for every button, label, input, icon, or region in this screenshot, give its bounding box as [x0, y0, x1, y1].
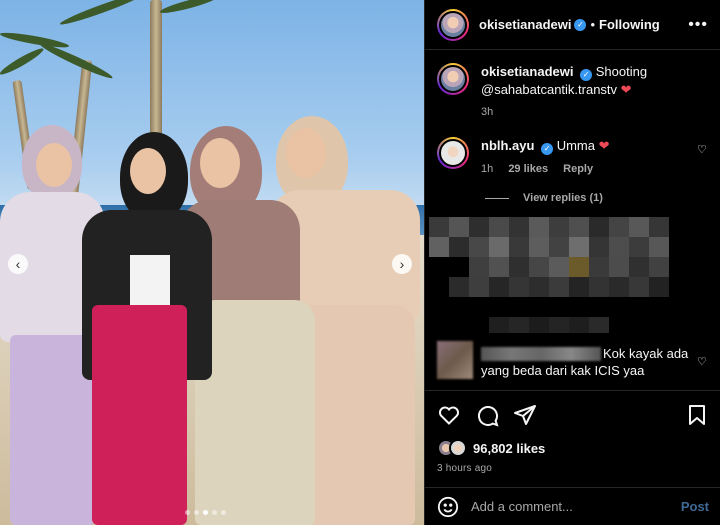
view-replies-button[interactable]: View replies (1): [485, 192, 720, 204]
more-horizontal-icon[interactable]: •••: [688, 16, 708, 34]
post-button[interactable]: Post: [681, 499, 709, 514]
caption-time: 3h: [481, 106, 494, 118]
censored-comment-block: [429, 217, 669, 237]
heart-icon[interactable]: [437, 403, 461, 427]
commenter-avatar[interactable]: [437, 137, 469, 169]
separator: •: [590, 17, 596, 32]
send-icon[interactable]: [513, 403, 537, 427]
verified-badge-icon: ✓: [541, 143, 554, 155]
carousel-dot-active[interactable]: [203, 510, 208, 515]
liker-avatar[interactable]: [449, 439, 467, 457]
post-timestamp[interactable]: 3 hours ago: [437, 463, 709, 474]
carousel-prev-button[interactable]: ‹: [8, 254, 28, 274]
comment-username[interactable]: nblh.ayu: [481, 138, 534, 153]
chevron-left-icon: ‹: [15, 256, 21, 272]
author-avatar[interactable]: [437, 63, 469, 95]
verified-badge-icon: ✓: [580, 69, 593, 81]
comment: Kok kayak ada yang beda dari kak ICIS ya…: [437, 341, 709, 385]
author-avatar[interactable]: [437, 8, 469, 41]
caption-username[interactable]: okisetianadewi: [481, 64, 573, 79]
post-header: okisetianadewi ✓ • Following •••: [425, 0, 720, 50]
comment: nblh.ayu ✓ Umma ❤ 1h 29 likes Reply ♡: [425, 121, 720, 178]
comment-input[interactable]: [471, 499, 681, 514]
comment-likes[interactable]: 29 likes: [508, 163, 548, 175]
carousel-next-button[interactable]: ›: [392, 254, 412, 274]
palm-frond: [0, 45, 46, 78]
commenter-avatar[interactable]: [437, 341, 473, 379]
bookmark-icon[interactable]: [685, 403, 709, 427]
smiley-icon[interactable]: [437, 496, 459, 518]
palm-frond: [158, 0, 219, 16]
carousel-dots: [185, 510, 226, 515]
likes-count[interactable]: 96,802 likes: [473, 441, 545, 456]
post-sidebar: okisetianadewi ✓ • Following ••• okiseti…: [424, 0, 720, 525]
verified-badge-icon: ✓: [574, 18, 587, 31]
post-actions: 96,802 likes 3 hours ago: [425, 390, 720, 474]
palm-frond: [58, 0, 146, 28]
following-button[interactable]: Following: [599, 17, 660, 32]
comment-text: Umma: [556, 138, 595, 153]
comments-section: okisetianadewi ✓ Shooting @sahabatcantik…: [425, 51, 720, 391]
chevron-right-icon: ›: [399, 256, 405, 272]
reply-button[interactable]: Reply: [563, 163, 593, 175]
red-heart-emoji: ❤: [598, 138, 610, 153]
carousel-dot[interactable]: [212, 510, 217, 515]
caption: okisetianadewi ✓ Shooting @sahabatcantik…: [425, 51, 720, 121]
comment-like-heart-icon[interactable]: ♡: [697, 143, 709, 156]
palm-tree-trunk: [150, 0, 162, 140]
comment-like-heart-icon[interactable]: ♡: [697, 355, 709, 368]
carousel-dot[interactable]: [194, 510, 199, 515]
add-comment-bar: Post: [425, 487, 720, 525]
carousel-dot[interactable]: [221, 510, 226, 515]
post-photo[interactable]: ‹ ›: [0, 0, 424, 525]
comment-time: 1h: [481, 163, 494, 175]
carousel-dot[interactable]: [185, 510, 190, 515]
author-username[interactable]: okisetianadewi: [479, 17, 571, 32]
red-heart-emoji: ❤: [620, 82, 632, 97]
comment-icon[interactable]: [475, 403, 499, 427]
palm-frond: [0, 30, 70, 51]
comment-text: Kok kayak ada yang beda dari kak ICIS ya…: [481, 346, 689, 378]
